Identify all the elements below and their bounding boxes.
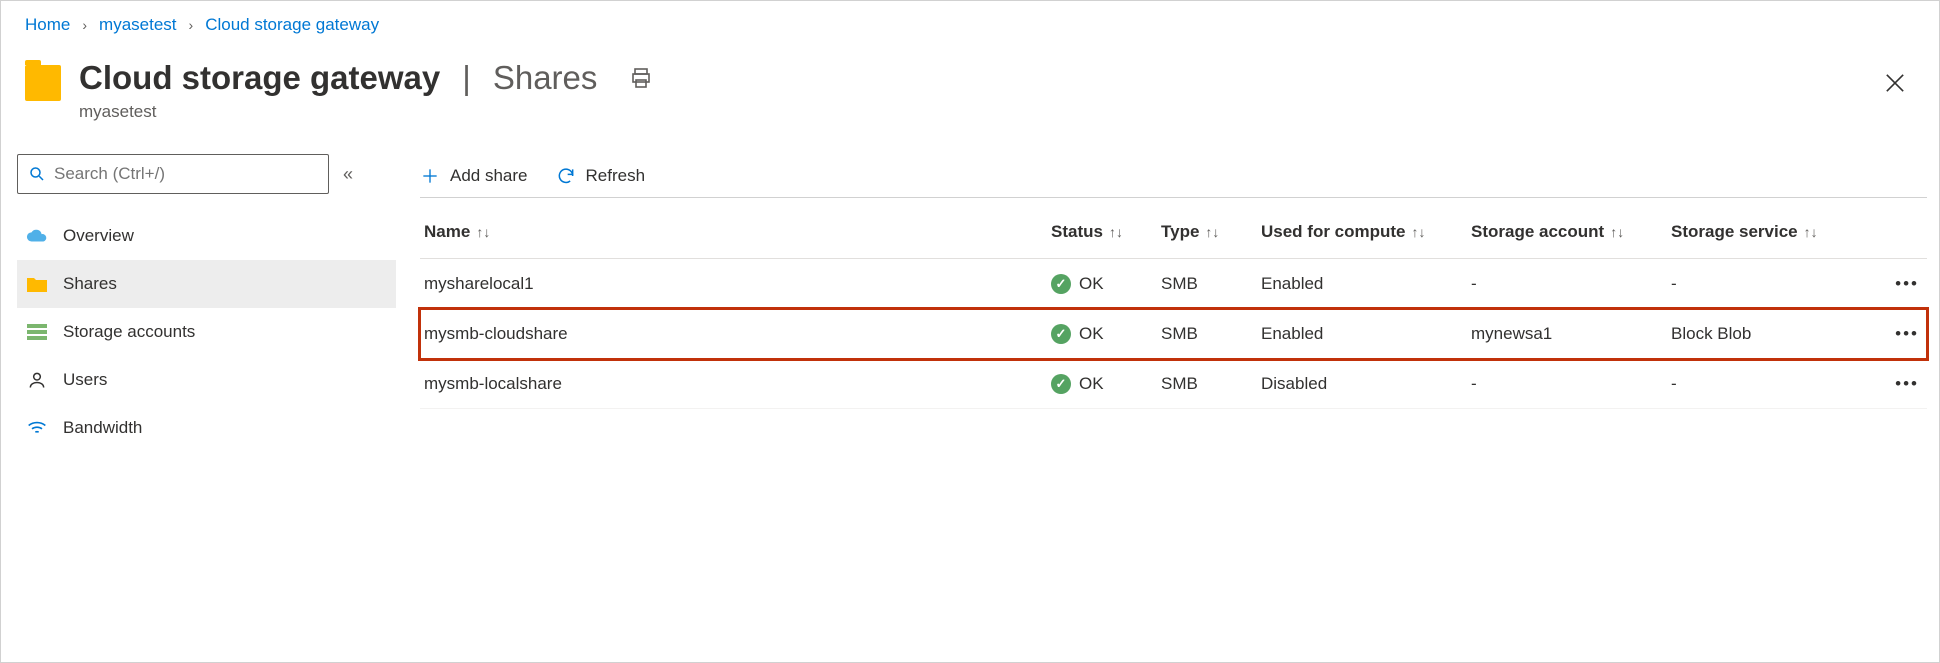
- breadcrumb-resource[interactable]: myasetest: [99, 15, 176, 35]
- page-title: Cloud storage gateway: [79, 59, 440, 97]
- search-input[interactable]: [17, 154, 329, 194]
- table-row[interactable]: mysmb-localshare ✓OK SMB Disabled - - ••…: [420, 359, 1927, 409]
- page-header: Cloud storage gateway | Shares myasetest: [1, 49, 1939, 126]
- sidebar-item-overview[interactable]: Overview: [17, 212, 396, 260]
- sidebar: « Overview Shares Storage accounts Users: [1, 154, 396, 452]
- sort-icon[interactable]: ↑↓: [1412, 224, 1426, 240]
- refresh-icon: [556, 166, 576, 186]
- cell-compute: Enabled: [1257, 259, 1467, 309]
- cell-status: ✓OK: [1047, 259, 1157, 309]
- col-service[interactable]: Storage service↑↓: [1667, 206, 1857, 259]
- sidebar-item-label: Bandwidth: [63, 418, 142, 438]
- sort-icon[interactable]: ↑↓: [1205, 224, 1219, 240]
- col-status[interactable]: Status↑↓: [1047, 206, 1157, 259]
- cell-account: -: [1467, 259, 1667, 309]
- sidebar-item-label: Shares: [63, 274, 117, 294]
- sidebar-item-label: Users: [63, 370, 107, 390]
- wifi-icon: [25, 420, 49, 436]
- breadcrumb-home[interactable]: Home: [25, 15, 70, 35]
- sidebar-item-shares[interactable]: Shares: [17, 260, 396, 308]
- cloud-icon: [25, 228, 49, 244]
- row-menu-button[interactable]: •••: [1857, 359, 1927, 409]
- cell-account: -: [1467, 359, 1667, 409]
- sidebar-item-label: Storage accounts: [63, 322, 195, 342]
- plus-icon: [420, 166, 440, 186]
- main-content: Add share Refresh Name↑↓ Status↑↓ Type↑↓…: [396, 154, 1939, 452]
- page-section: Shares: [493, 59, 598, 97]
- cell-type: SMB: [1157, 259, 1257, 309]
- col-compute[interactable]: Used for compute↑↓: [1257, 206, 1467, 259]
- sort-icon[interactable]: ↑↓: [1804, 224, 1818, 240]
- folder-icon: [25, 65, 61, 101]
- cell-name: mysmb-localshare: [420, 359, 1047, 409]
- page-subtitle: myasetest: [79, 102, 1915, 122]
- folder-icon: [25, 276, 49, 292]
- cell-name: mysharelocal1: [420, 259, 1047, 309]
- shares-table: Name↑↓ Status↑↓ Type↑↓ Used for compute↑…: [420, 206, 1927, 409]
- storage-icon: [25, 324, 49, 340]
- search-icon: [28, 165, 46, 183]
- cell-service: Block Blob: [1667, 309, 1857, 359]
- cell-compute: Enabled: [1257, 309, 1467, 359]
- sidebar-item-users[interactable]: Users: [17, 356, 396, 404]
- breadcrumb-page[interactable]: Cloud storage gateway: [205, 15, 379, 35]
- col-account[interactable]: Storage account↑↓: [1467, 206, 1667, 259]
- toolbar: Add share Refresh: [420, 154, 1927, 198]
- table-header-row: Name↑↓ Status↑↓ Type↑↓ Used for compute↑…: [420, 206, 1927, 259]
- row-menu-button[interactable]: •••: [1857, 259, 1927, 309]
- cell-service: -: [1667, 359, 1857, 409]
- breadcrumb: Home › myasetest › Cloud storage gateway: [1, 1, 1939, 49]
- print-icon[interactable]: [629, 66, 653, 90]
- close-icon[interactable]: [1881, 69, 1909, 97]
- sidebar-item-bandwidth[interactable]: Bandwidth: [17, 404, 396, 452]
- sort-icon[interactable]: ↑↓: [1109, 224, 1123, 240]
- cell-account: mynewsa1: [1467, 309, 1667, 359]
- table-row[interactable]: mysmb-cloudshare ✓OK SMB Enabled mynewsa…: [420, 309, 1927, 359]
- check-icon: ✓: [1051, 374, 1071, 394]
- chevron-right-icon: ›: [82, 17, 87, 33]
- table-row[interactable]: mysharelocal1 ✓OK SMB Enabled - - •••: [420, 259, 1927, 309]
- cell-status: ✓OK: [1047, 359, 1157, 409]
- check-icon: ✓: [1051, 324, 1071, 344]
- cell-name: mysmb-cloudshare: [420, 309, 1047, 359]
- sidebar-item-storage-accounts[interactable]: Storage accounts: [17, 308, 396, 356]
- collapse-sidebar-icon[interactable]: «: [343, 164, 353, 185]
- refresh-label: Refresh: [586, 166, 646, 186]
- row-menu-button[interactable]: •••: [1857, 309, 1927, 359]
- search-field[interactable]: [54, 164, 318, 184]
- sidebar-item-label: Overview: [63, 226, 134, 246]
- cell-service: -: [1667, 259, 1857, 309]
- refresh-button[interactable]: Refresh: [556, 166, 646, 186]
- chevron-right-icon: ›: [189, 17, 194, 33]
- title-separator: |: [462, 59, 471, 97]
- col-type[interactable]: Type↑↓: [1157, 206, 1257, 259]
- cell-status: ✓OK: [1047, 309, 1157, 359]
- col-name[interactable]: Name↑↓: [420, 206, 1047, 259]
- user-icon: [25, 370, 49, 390]
- add-share-label: Add share: [450, 166, 528, 186]
- check-icon: ✓: [1051, 274, 1071, 294]
- add-share-button[interactable]: Add share: [420, 166, 528, 186]
- sort-icon[interactable]: ↑↓: [476, 224, 490, 240]
- cell-type: SMB: [1157, 359, 1257, 409]
- cell-type: SMB: [1157, 309, 1257, 359]
- sort-icon[interactable]: ↑↓: [1610, 224, 1624, 240]
- cell-compute: Disabled: [1257, 359, 1467, 409]
